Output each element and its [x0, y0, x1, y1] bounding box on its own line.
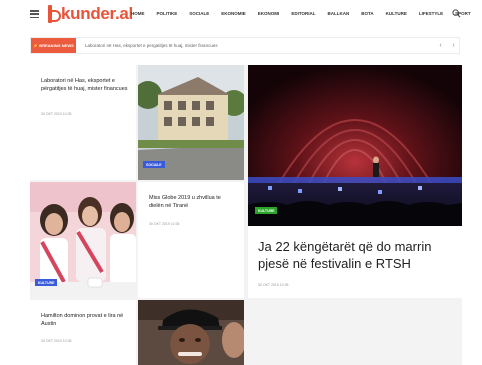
page: kunder.al HOME POLITIKE SOCIALE EKONOMIE…	[0, 0, 482, 365]
article-card-miss-globe[interactable]: Miss Globe 2019 u zhvillua te dielën në …	[138, 182, 244, 298]
article-image-hamilton[interactable]	[138, 300, 244, 365]
featured-article-image[interactable]: KULTURE	[248, 65, 462, 226]
featured-article-title[interactable]: Ja 22 këngëtarët që do marrin pjesë në f…	[258, 239, 453, 272]
category-tag[interactable]: KULTURE	[35, 279, 58, 286]
article-date: 30 OKT 2019 10:35	[41, 339, 72, 343]
search-icon[interactable]	[452, 9, 461, 18]
article-title[interactable]: Miss Globe 2019 u zhvillua te dielën në …	[149, 194, 237, 210]
article-image-miss-globe[interactable]: KULTURE	[30, 182, 136, 298]
nav-home[interactable]: HOME	[131, 11, 145, 16]
article-card-hamilton[interactable]: Hamilton dominon provat e lira në Austin…	[30, 300, 136, 365]
category-tag[interactable]: KULTURE	[255, 207, 278, 214]
nav-bota[interactable]: BOTA	[361, 11, 373, 16]
main-nav: HOME POLITIKE SOCIALE EKONOMIE EKONOMI E…	[131, 11, 471, 16]
article-date: 30 OKT 2019 10:35	[149, 222, 180, 226]
nav-politike[interactable]: POLITIKE	[157, 11, 178, 16]
logo-text: kunder.al	[61, 4, 133, 23]
menu-icon[interactable]	[30, 10, 39, 18]
category-tag[interactable]: SOCIALE	[143, 161, 165, 168]
logo-mark-icon	[46, 5, 61, 23]
nav-editorial[interactable]: EDITORIAL	[291, 11, 315, 16]
site-header: kunder.al HOME POLITIKE SOCIALE EKONOMIE…	[0, 0, 482, 30]
article-card-laboratori[interactable]: Laboratori në Has, eksportet e përgatitj…	[30, 65, 136, 180]
nav-lifestyle[interactable]: LIFESTYLE	[419, 11, 443, 16]
breaking-prev-button[interactable]: ‹	[436, 41, 445, 50]
article-title[interactable]: Laboratori në Has, eksportet e përgatitj…	[41, 77, 129, 93]
article-title[interactable]: Hamilton dominon provat e lira në Austin	[41, 312, 129, 328]
nav-sociale[interactable]: SOCIALE	[189, 11, 209, 16]
breaking-news-bar: ⚡ BREAKING NEWS Laboratori në Has, ekspo…	[30, 37, 460, 54]
breaking-next-button[interactable]: ›	[449, 41, 458, 50]
article-image-village[interactable]: SOCIALE	[138, 65, 244, 180]
article-date: 30 OKT 2019 10:35	[41, 112, 72, 116]
nav-ekonomi[interactable]: EKONOMI	[258, 11, 280, 16]
featured-article-date: 30 OKT 2019 10:35	[258, 283, 289, 287]
nav-ballkan[interactable]: BALLKAN	[327, 11, 349, 16]
breaking-news-badge: ⚡ BREAKING NEWS	[31, 38, 76, 53]
breaking-news-text[interactable]: Laboratori në Has, eksportet e pergatitj…	[85, 43, 218, 48]
empty-slot	[248, 300, 462, 365]
site-logo[interactable]: kunder.al	[46, 3, 133, 25]
nav-kulture[interactable]: KULTURE	[386, 11, 407, 16]
nav-ekonomie[interactable]: EKONOMIE	[221, 11, 246, 16]
